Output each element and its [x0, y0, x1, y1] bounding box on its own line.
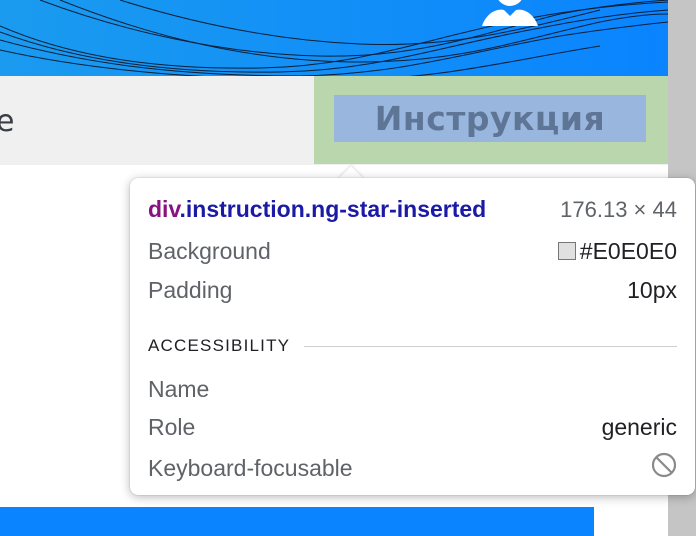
- not-allowed-icon: [651, 452, 677, 484]
- name-label: Name: [148, 376, 210, 402]
- selector-tag: div: [148, 196, 180, 222]
- instruction-label: Инструкция: [374, 99, 606, 138]
- selector-classes: .instruction.ng-star-inserted: [179, 196, 487, 222]
- instruction-button[interactable]: Инструкция: [334, 95, 646, 142]
- bottom-blue-bar: [0, 507, 594, 536]
- keyboard-focusable-label: Keyboard-focusable: [148, 454, 353, 481]
- role-value: generic: [601, 414, 677, 440]
- banner-wave-graphic: [0, 0, 668, 76]
- padding-value: 10px: [627, 277, 677, 303]
- keyboard-focusable-row: Keyboard-focusable: [148, 452, 677, 484]
- padding-row: Padding 10px: [148, 277, 677, 304]
- background-value: #E0E0E0: [579, 238, 677, 264]
- devtools-inspect-tooltip: div.instruction.ng-star-inserted 176.13 …: [130, 178, 695, 495]
- name-row: Name: [148, 376, 677, 403]
- user-avatar-icon[interactable]: [470, 0, 550, 26]
- accessibility-section-header: ACCESSIBILITY: [148, 336, 677, 356]
- selector-row: div.instruction.ng-star-inserted 176.13 …: [148, 196, 677, 223]
- accessibility-title: ACCESSIBILITY: [148, 336, 291, 355]
- padding-label: Padding: [148, 277, 233, 303]
- element-dimensions: 176.13 × 44: [560, 196, 677, 222]
- header-title-fragment: e: [0, 104, 15, 139]
- section-divider: [304, 345, 677, 347]
- role-row: Role generic: [148, 414, 677, 441]
- element-selector: div.instruction.ng-star-inserted: [148, 196, 486, 223]
- color-swatch-icon: [557, 242, 576, 260]
- background-label: Background: [148, 238, 271, 264]
- role-label: Role: [148, 414, 196, 440]
- header-banner: [0, 0, 668, 76]
- background-row: Background #E0E0E0: [148, 238, 677, 265]
